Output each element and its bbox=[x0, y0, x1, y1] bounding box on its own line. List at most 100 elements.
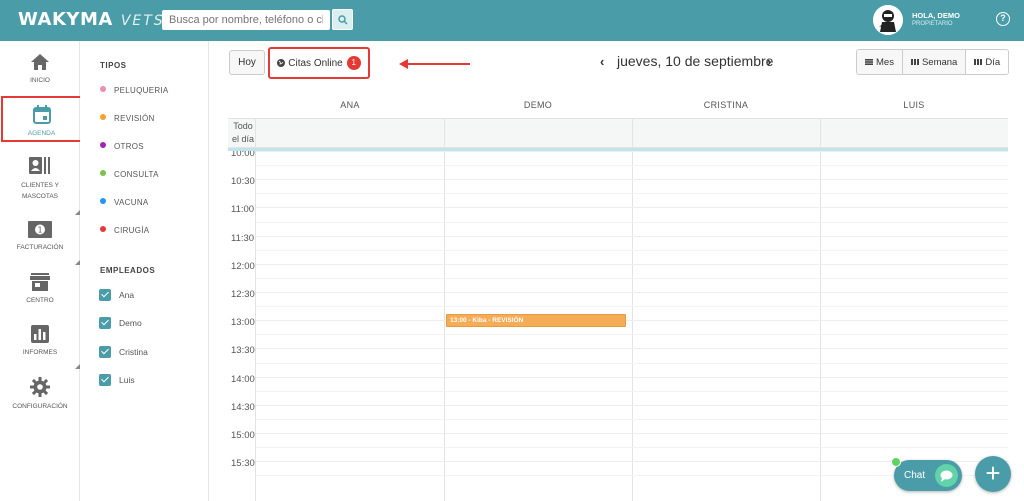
view-label: Semana bbox=[921, 56, 958, 68]
chat-button[interactable]: Chat bbox=[891, 457, 962, 491]
sidebar-item-agenda[interactable]: AGENDA bbox=[1, 96, 82, 142]
employee-label: Luis bbox=[119, 375, 135, 385]
sidebar-item-label: FACTURACIÓN bbox=[16, 244, 64, 251]
add-button[interactable]: + bbox=[975, 456, 1011, 492]
slot-line bbox=[256, 249, 1008, 251]
employee-checkbox-ana[interactable]: Ana bbox=[99, 289, 134, 301]
column-header-demo: DEMO bbox=[523, 100, 553, 110]
time-label: 12:30 bbox=[231, 289, 255, 300]
type-label: VACUNA bbox=[114, 198, 149, 207]
checkbox[interactable] bbox=[99, 289, 111, 301]
type-label: CONSULTA bbox=[114, 170, 159, 179]
view-month-button[interactable]: Mes bbox=[857, 50, 903, 74]
sidebar-item-informes[interactable]: INFORMES bbox=[0, 325, 81, 369]
color-dot bbox=[100, 198, 106, 204]
help-icon[interactable]: ? bbox=[996, 12, 1010, 26]
column-header-luis: LUIS bbox=[903, 100, 925, 110]
time-label: 13:00 bbox=[231, 317, 255, 329]
column-divider bbox=[632, 118, 633, 501]
employee-checkbox-luis[interactable]: Luis bbox=[99, 374, 135, 386]
type-item-peluqueria[interactable]: PELUQUERIA bbox=[100, 86, 169, 95]
slot-line bbox=[256, 390, 1008, 392]
slot-line bbox=[256, 376, 1008, 378]
store-icon bbox=[30, 273, 50, 291]
online-appointments-button[interactable]: Citas Online 1 bbox=[268, 47, 370, 79]
prev-day-button[interactable]: ‹ bbox=[600, 54, 604, 69]
time-label: 11:00 bbox=[231, 204, 255, 216]
sidebar-item-facturacion[interactable]: 1 FACTURACIÓN bbox=[0, 221, 81, 265]
view-label: Día bbox=[985, 56, 1001, 68]
app-logo[interactable]: WAKYMA VETS bbox=[18, 9, 165, 30]
slot-line bbox=[256, 320, 1008, 322]
gear-icon bbox=[30, 377, 50, 397]
next-day-button[interactable]: › bbox=[767, 54, 771, 69]
type-item-vacuna[interactable]: VACUNA bbox=[100, 198, 149, 207]
color-dot bbox=[100, 114, 106, 120]
all-day-row[interactable] bbox=[228, 118, 1008, 148]
time-label: 14:30 bbox=[231, 401, 255, 413]
time-label: 15:30 bbox=[231, 458, 255, 470]
top-bar: WAKYMA VETS HOLA, DEMO PROPIETARIO ? bbox=[0, 0, 1024, 41]
slot-line bbox=[256, 193, 1008, 195]
slot-line bbox=[256, 292, 1008, 293]
slot-line bbox=[256, 348, 1008, 350]
type-item-cirugia[interactable]: CIRUGÍA bbox=[100, 226, 149, 235]
appointment-event[interactable]: 13:00 - Kiba - REVISIÓN bbox=[446, 314, 626, 327]
online-label: Citas Online bbox=[288, 57, 343, 69]
sidebar: INICIO AGENDA CLIENTES Y MASCOTAS 1 FACT… bbox=[0, 41, 82, 501]
sidebar-item-inicio[interactable]: INICIO bbox=[0, 53, 80, 84]
view-day-button[interactable]: Día bbox=[966, 50, 1009, 74]
type-label: PELUQUERIA bbox=[114, 86, 169, 95]
annotation-arrow bbox=[407, 63, 470, 65]
sidebar-item-configuracion[interactable]: CONFIGURACIÓN bbox=[0, 377, 80, 410]
sidebar-item-label: INFORMES bbox=[22, 349, 58, 356]
logo-text: WAKYMA bbox=[18, 9, 113, 30]
types-title: TIPOS bbox=[100, 61, 127, 70]
employees-title: EMPLEADOS bbox=[100, 266, 156, 275]
chart-icon bbox=[31, 325, 49, 343]
contacts-icon bbox=[29, 157, 50, 174]
time-label: 12:00 bbox=[231, 260, 255, 272]
current-time-indicator bbox=[228, 148, 1008, 151]
type-item-revision[interactable]: REVISIÓN bbox=[100, 114, 155, 123]
avatar[interactable] bbox=[873, 5, 903, 35]
ninja-avatar-icon bbox=[873, 5, 903, 35]
chat-label: Chat bbox=[904, 470, 926, 481]
checkbox[interactable] bbox=[99, 346, 111, 358]
calendar-grid: ANA DEMO CRISTINA LUIS Todo el día 10:00… bbox=[228, 95, 1008, 501]
time-label: 11:30 bbox=[231, 232, 255, 244]
view-label: Mes bbox=[876, 56, 894, 68]
online-status-dot bbox=[891, 457, 901, 467]
checkbox[interactable] bbox=[99, 317, 111, 329]
type-item-otros[interactable]: OTROS bbox=[100, 142, 144, 151]
sidebar-item-centro[interactable]: CENTRO bbox=[0, 273, 80, 304]
sidebar-item-label: CENTRO bbox=[26, 297, 54, 304]
employee-checkbox-cristina[interactable]: Cristina bbox=[99, 346, 148, 358]
view-week-button[interactable]: Semana bbox=[902, 50, 967, 74]
today-button[interactable]: Hoy bbox=[229, 50, 265, 75]
employee-checkbox-demo[interactable]: Demo bbox=[99, 317, 142, 329]
sidebar-item-clientes[interactable]: CLIENTES Y MASCOTAS bbox=[0, 157, 81, 215]
user-role: PROPIETARIO bbox=[912, 21, 953, 27]
current-date: jueves, 10 de septiembre bbox=[617, 53, 774, 69]
svg-text:1: 1 bbox=[37, 226, 42, 235]
checkbox[interactable] bbox=[99, 374, 111, 386]
sidebar-item-label: CLIENTES Y MASCOTAS bbox=[21, 182, 59, 200]
chat-bubble-icon bbox=[935, 464, 958, 487]
slot-line bbox=[256, 207, 1008, 209]
slot-line bbox=[256, 151, 1008, 152]
slot-line bbox=[256, 165, 1008, 167]
sidebar-item-label: INICIO bbox=[30, 77, 50, 84]
globe-icon bbox=[277, 59, 286, 67]
type-item-consulta[interactable]: CONSULTA bbox=[100, 170, 159, 179]
employee-label: Ana bbox=[119, 290, 135, 300]
search-input[interactable] bbox=[162, 10, 330, 30]
slot-line bbox=[256, 277, 1008, 279]
employee-label: Cristina bbox=[119, 347, 148, 357]
slot-line bbox=[256, 433, 1008, 434]
slot-line bbox=[256, 362, 1008, 364]
user-greeting[interactable]: HOLA, DEMO bbox=[912, 11, 960, 20]
search-button[interactable] bbox=[332, 9, 353, 30]
slot-line bbox=[256, 179, 1008, 181]
time-label: 14:00 bbox=[231, 373, 255, 385]
